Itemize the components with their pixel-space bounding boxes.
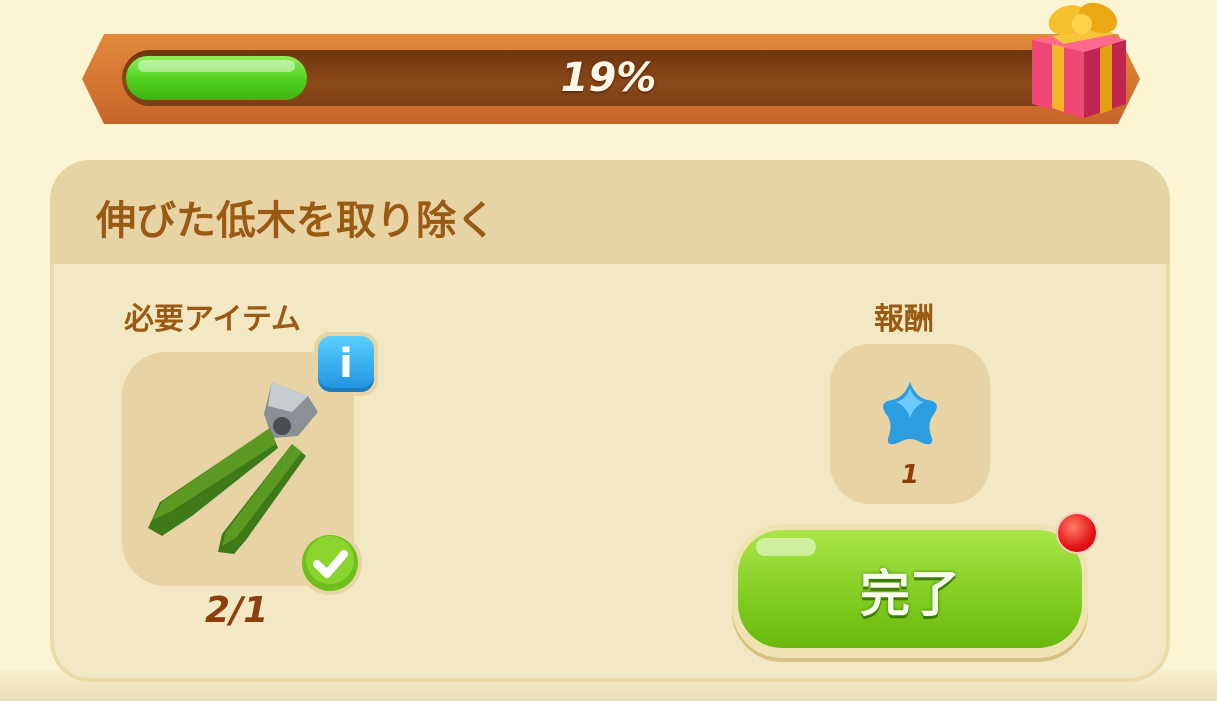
required-items-label: 必要アイテム xyxy=(124,302,301,337)
info-icon: i xyxy=(318,336,374,392)
item-count: 2/1 xyxy=(205,590,269,631)
reward-slot[interactable]: 1 xyxy=(830,344,990,504)
gift-box-icon[interactable] xyxy=(1022,0,1132,122)
complete-button[interactable]: 完了 xyxy=(732,524,1088,658)
quest-header: 伸びた低木を取り除く xyxy=(50,160,1170,264)
check-icon xyxy=(298,531,362,595)
complete-button-label: 完了 xyxy=(860,565,960,623)
rewards-label: 報酬 xyxy=(874,302,934,337)
info-button[interactable]: i xyxy=(314,332,378,396)
blue-star-icon xyxy=(883,382,937,445)
quest-title: 伸びた低木を取り除く xyxy=(96,198,496,244)
notification-dot xyxy=(1058,514,1096,552)
quest-panel: 伸びた低木を取り除く 必要アイテム i 2/1 報酬 1 完了 xyxy=(50,160,1170,682)
complete-button-body: 完了 xyxy=(738,530,1082,648)
reward-count: 1 xyxy=(900,460,920,490)
